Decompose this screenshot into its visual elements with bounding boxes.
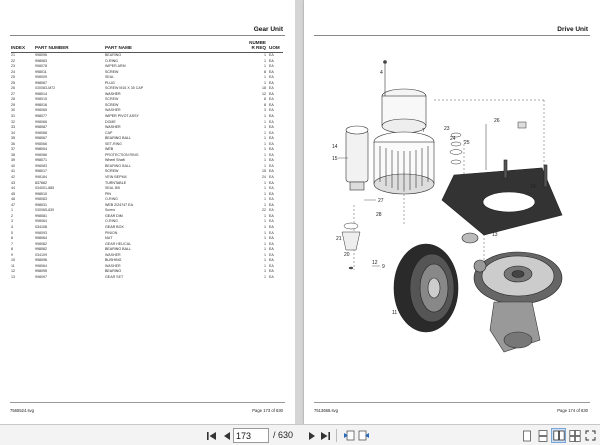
last-page-icon[interactable]: [318, 428, 333, 443]
two-page-continuous-icon[interactable]: [567, 428, 582, 443]
gear-ring: [461, 232, 563, 305]
callout-9: 9: [382, 264, 385, 270]
back-icon[interactable]: [341, 428, 356, 443]
page-header-title: Drive Unit: [557, 26, 588, 33]
callout-26: 26: [494, 118, 500, 124]
motor-assembly: [345, 60, 435, 195]
table-cell-part-name: GEAR SET: [105, 274, 124, 279]
fullscreen-icon[interactable]: [583, 428, 598, 443]
callout-12: 12: [372, 260, 378, 266]
callout-4: 4: [380, 70, 383, 76]
exploded-parts-diagram: 15 14 27 28 21 20 9 12 11 23 24 25 26 4 …: [332, 60, 563, 353]
parts-table: INDEX PART NUMBER PART NAME NUMBE R REQ …: [11, 40, 283, 280]
callout-7: 7: [422, 128, 425, 134]
left-page: Gear Unit INDEX PART NUMBER PART NAME NU…: [0, 0, 295, 424]
callout-24: 24: [450, 136, 456, 142]
table-cell-number-req: 1: [264, 274, 266, 279]
page-footer-page-number: Page 173 of 630: [252, 408, 283, 413]
first-page-icon[interactable]: [204, 428, 219, 443]
table-cell-uom: EA: [269, 274, 274, 279]
single-page-icon[interactable]: [519, 428, 534, 443]
callout-25: 25: [464, 140, 470, 146]
toolbar-divider: [336, 429, 337, 442]
forward-icon[interactable]: [356, 428, 371, 443]
page-footer-filename: 7513668.svg: [314, 408, 338, 413]
page-footer-page-number: Page 174 of 630: [557, 408, 588, 413]
callout-28: 28: [376, 212, 382, 218]
footer-rule: [314, 402, 590, 403]
footer-rule: [10, 402, 285, 403]
right-page: Drive Unit 15 14 27 28 21 20 9 12 11 23 …: [304, 0, 600, 424]
callout-13: 13: [492, 232, 498, 238]
callout-11: 11: [392, 310, 397, 316]
two-page-icon[interactable]: [551, 428, 566, 443]
previous-page-icon[interactable]: [219, 428, 234, 443]
gear-box: [489, 301, 541, 353]
callout-20: 20: [344, 252, 350, 258]
column-header-uom: UOM: [269, 40, 283, 53]
page-number-input[interactable]: [233, 428, 269, 443]
page-gutter: [295, 0, 304, 424]
page-header-title: Gear Unit: [253, 26, 283, 33]
table-cell-part-number: 998097: [35, 274, 47, 279]
turntable-plate: [441, 159, 563, 236]
callout-27: 27: [378, 198, 384, 204]
table-row: 13 998097 GEAR SET 1 EA: [11, 275, 283, 281]
document-viewer: Gear Unit INDEX PART NUMBER PART NAME NU…: [0, 0, 600, 445]
continuous-icon[interactable]: [535, 428, 550, 443]
next-page-icon[interactable]: [304, 428, 319, 443]
column-header-part-name: PART NAME: [105, 40, 245, 53]
callout-14: 14: [332, 144, 338, 150]
page-total-label: / 630: [273, 430, 294, 440]
header-rule: [314, 35, 590, 36]
column-header-index: INDEX: [11, 40, 35, 53]
header-rule: [10, 35, 285, 36]
table-header-row: INDEX PART NUMBER PART NAME NUMBE R REQ …: [11, 40, 283, 53]
column-header-number-req: NUMBE R REQ: [245, 40, 269, 53]
callout-21: 21: [336, 236, 342, 242]
callout-19: 19: [530, 184, 536, 190]
table-cell-index: 13: [11, 274, 15, 279]
callout-15: 15: [332, 156, 338, 162]
wheel: [393, 243, 459, 333]
column-header-part-number: PART NUMBER: [35, 40, 105, 53]
callout-23: 23: [444, 126, 450, 132]
viewer-toolbar: / 630: [0, 424, 600, 445]
page-footer-filename: 7565524.svg: [10, 408, 34, 413]
